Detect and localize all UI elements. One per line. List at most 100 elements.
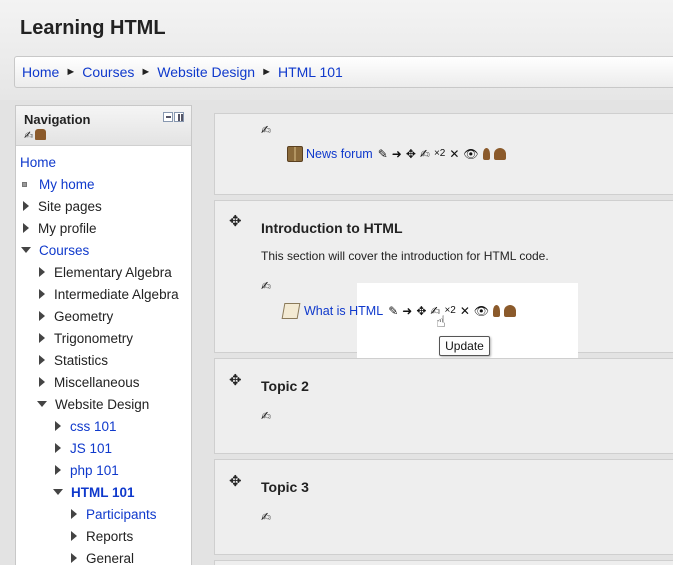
nav-item-label[interactable]: Courses: [39, 243, 89, 258]
page-header: Learning HTML Home ► Courses ► Website D…: [0, 0, 673, 100]
expand-icon[interactable]: [39, 355, 45, 366]
nav-item-course[interactable]: Statistics: [39, 351, 108, 371]
move-icon[interactable]: ✥: [416, 304, 426, 318]
nav-item-label[interactable]: Participants: [86, 507, 157, 522]
navigation-title: Navigation: [24, 112, 91, 127]
move-icon[interactable]: ✥: [229, 373, 245, 389]
course-section-2: ✥ Topic 2 ✍: [214, 358, 673, 454]
collapse-icon[interactable]: [163, 112, 173, 122]
activity-news-forum: News forum ✎ ➜ ✥ ✍ ×2 ✕ 👁: [287, 145, 506, 163]
person-icon[interactable]: [493, 305, 501, 317]
nav-item-label[interactable]: HTML 101: [71, 485, 135, 500]
arrow-right-icon[interactable]: ➜: [392, 147, 402, 161]
breadcrumb-html-101[interactable]: HTML 101: [278, 64, 343, 80]
delete-icon[interactable]: ✕: [460, 304, 470, 318]
nav-item-participants[interactable]: Participants: [71, 505, 157, 525]
nav-item-course[interactable]: Trigonometry: [39, 329, 133, 349]
expand-icon[interactable]: [55, 421, 61, 432]
edit-pencil-icon[interactable]: ✎: [378, 147, 388, 161]
hand-cursor-icon: ☝: [436, 314, 446, 331]
nav-item-label: Intermediate Algebra: [54, 287, 179, 302]
nav-item-course[interactable]: Elementary Algebra: [39, 263, 172, 283]
nav-item-website-design[interactable]: Website Design: [37, 395, 149, 415]
breadcrumb-separator: ►: [65, 66, 77, 78]
collapse-icon[interactable]: [21, 247, 31, 254]
nav-item-course[interactable]: Intermediate Algebra: [39, 285, 179, 305]
breadcrumb-separator: ►: [140, 66, 152, 78]
move-icon[interactable]: ✥: [229, 214, 245, 230]
activity-tools: ✎ ➜ ✥ ✍ ×2 ✕ 👁: [388, 304, 517, 318]
arrow-right-icon[interactable]: ➜: [402, 304, 412, 318]
nav-item-label[interactable]: Home: [20, 155, 56, 170]
edit-icon[interactable]: ✍: [261, 510, 275, 524]
nav-item-course[interactable]: css 101: [55, 417, 117, 437]
person-icon[interactable]: [482, 148, 490, 160]
nav-item-label[interactable]: php 101: [70, 463, 119, 478]
nav-item-site-pages[interactable]: Site pages: [23, 197, 102, 217]
move-icon[interactable]: ✥: [229, 474, 245, 490]
course-section-0: ✍ News forum ✎ ➜ ✥ ✍ ×2 ✕ 👁: [214, 113, 673, 195]
nav-item-course[interactable]: Geometry: [39, 307, 113, 327]
nav-item-html-101[interactable]: HTML 101: [53, 483, 135, 503]
eye-icon[interactable]: 👁: [463, 147, 478, 161]
breadcrumb-courses[interactable]: Courses: [82, 64, 134, 80]
update-icon[interactable]: ✍: [420, 147, 430, 161]
nav-item-course[interactable]: JS 101: [55, 439, 112, 459]
page-title: Learning HTML: [20, 17, 166, 39]
groups-icon[interactable]: [504, 305, 517, 317]
edit-icon[interactable]: ✍: [261, 409, 275, 423]
nav-item-label: Site pages: [38, 199, 102, 214]
nav-item-courses[interactable]: Courses: [21, 241, 89, 261]
nav-item-home[interactable]: Home: [20, 153, 56, 173]
page-icon: [281, 303, 301, 319]
activity-link[interactable]: What is HTML: [304, 304, 383, 318]
expand-icon[interactable]: [71, 531, 77, 542]
section-title: Topic 3: [261, 479, 309, 495]
nav-item-course[interactable]: Miscellaneous: [39, 373, 140, 393]
edit-icon[interactable]: ✍: [24, 129, 33, 142]
collapse-icon[interactable]: [53, 489, 63, 496]
nav-item-my-home[interactable]: My home: [20, 175, 95, 195]
expand-icon[interactable]: [55, 465, 61, 476]
activity-link[interactable]: News forum: [306, 147, 373, 161]
expand-icon[interactable]: [39, 289, 45, 300]
delete-icon[interactable]: ✕: [449, 147, 459, 161]
eye-icon[interactable]: 👁: [474, 304, 489, 318]
nav-item-label[interactable]: JS 101: [70, 441, 112, 456]
move-icon[interactable]: ✥: [406, 147, 416, 161]
nav-item-course[interactable]: php 101: [55, 461, 119, 481]
course-section-3: ✥ Topic 3 ✍: [214, 459, 673, 555]
nav-item-label[interactable]: My home: [39, 177, 95, 192]
collapse-icon[interactable]: [37, 401, 47, 408]
section-title: Introduction to HTML: [261, 220, 403, 236]
navigation-header: Navigation ✍: [16, 106, 191, 146]
edit-icon[interactable]: ✍: [261, 123, 275, 137]
nav-item-label: Geometry: [54, 309, 114, 324]
nav-item-general[interactable]: General: [71, 549, 134, 565]
expand-icon[interactable]: [39, 333, 45, 344]
section-summary: This section will cover the introduction…: [261, 249, 549, 263]
nav-item-reports[interactable]: Reports: [71, 527, 133, 547]
breadcrumb-home[interactable]: Home: [22, 64, 59, 80]
update-tooltip: Update: [439, 336, 490, 356]
expand-icon[interactable]: [23, 223, 29, 234]
expand-icon[interactable]: [71, 553, 77, 564]
nav-item-label: Trigonometry: [54, 331, 134, 346]
nav-item-my-profile[interactable]: My profile: [23, 219, 97, 239]
expand-icon[interactable]: [39, 311, 45, 322]
edit-icon[interactable]: ✍: [261, 279, 275, 293]
edit-pencil-icon[interactable]: ✎: [388, 304, 398, 318]
breadcrumb-website-design[interactable]: Website Design: [157, 64, 255, 80]
dock-icon[interactable]: [174, 112, 184, 122]
groups-icon[interactable]: [35, 129, 47, 140]
activity-tools: ✎ ➜ ✥ ✍ ×2 ✕ 👁: [378, 147, 506, 161]
expand-icon[interactable]: [39, 267, 45, 278]
expand-icon[interactable]: [23, 201, 29, 212]
nav-item-label[interactable]: css 101: [70, 419, 117, 434]
expand-icon[interactable]: [71, 509, 77, 520]
expand-icon[interactable]: [39, 377, 45, 388]
nav-item-label: Website Design: [55, 397, 150, 412]
dock-controls: [163, 112, 184, 122]
expand-icon[interactable]: [55, 443, 61, 454]
groups-icon[interactable]: [493, 148, 506, 160]
